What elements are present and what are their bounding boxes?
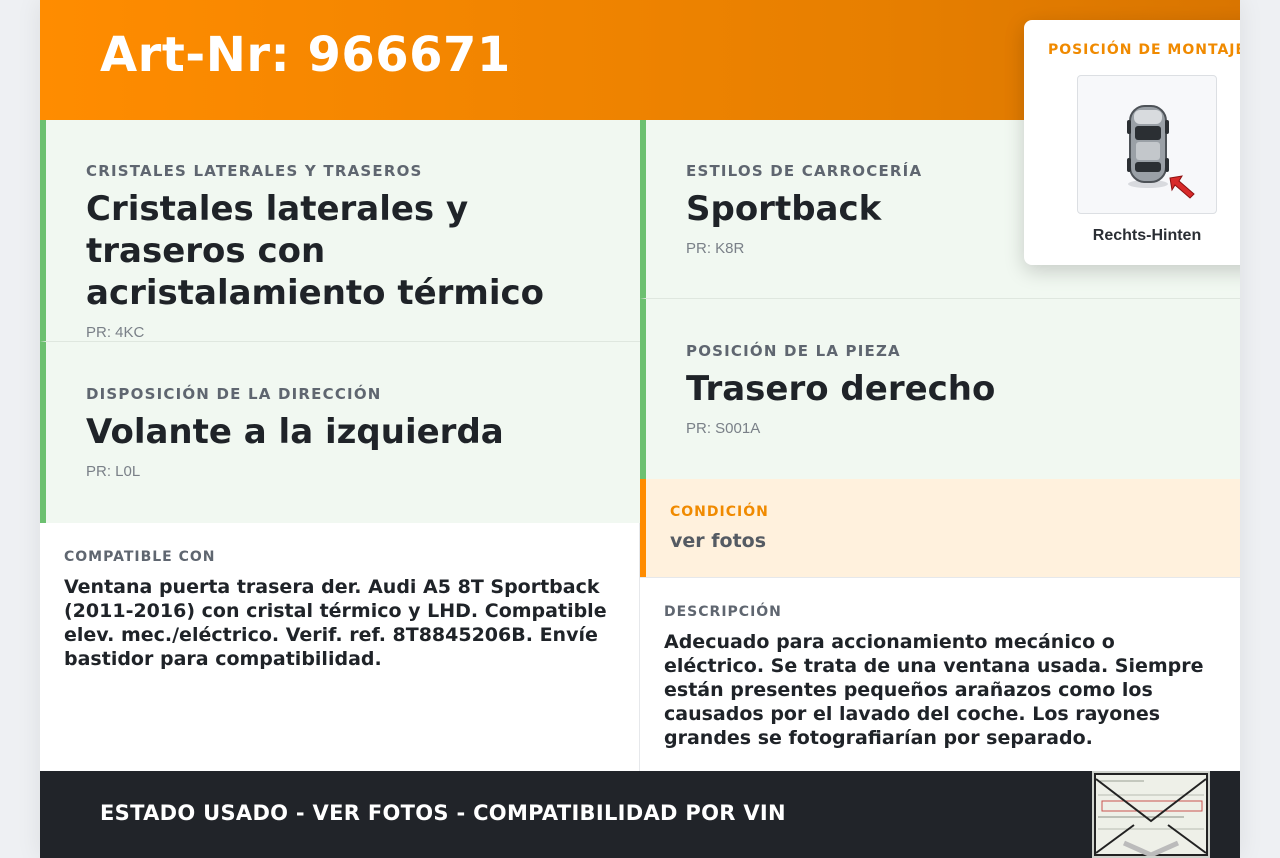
cell-steering-value: Volante a la izquierda — [86, 412, 504, 452]
cell-steering-label: Disposición de la dirección — [86, 385, 382, 403]
cell-glass-label: Cristales laterales y traseros — [86, 162, 423, 180]
cell-part-position: Posición de la pieza Trasero derecho PR:… — [640, 299, 1240, 479]
cell-position-label: Posición de la pieza — [686, 342, 901, 360]
footer-bar: ESTADO USADO - VER FOTOS - COMPATIBILIDA… — [40, 771, 1240, 858]
description-section: Descripción Adecuado para accionamiento … — [640, 577, 1240, 771]
cell-steering: Disposición de la dirección Volante a la… — [40, 342, 640, 523]
mount-position-card: POSICIÓN DE MONTAJE Rechts-Hinten — [1024, 20, 1240, 265]
article-number-title: Art-Nr: 966671 — [100, 27, 511, 83]
description-label: Descripción — [664, 604, 782, 620]
cell-steering-code: PR: L0L — [86, 463, 141, 480]
condition-label: Condición — [670, 504, 769, 520]
cell-position-code: PR: S001A — [686, 420, 761, 437]
mount-title: POSICIÓN DE MONTAJE — [1047, 42, 1240, 58]
mount-position-value: Rechts-Hinten — [1092, 227, 1202, 244]
description-text: Adecuado para accionamiento mecánico o e… — [664, 631, 1204, 749]
condition-box: Condición ver fotos — [640, 479, 1240, 577]
compatible-section: Compatible con Ventana puerta trasera de… — [40, 523, 640, 771]
cell-glass-value: Cristales laterales y traseros con acris… — [86, 189, 545, 313]
compatible-label: Compatible con — [64, 549, 216, 565]
cell-glass: Cristales laterales y traseros Cristales… — [40, 120, 640, 342]
cell-glass-code: PR: 4KC — [86, 324, 145, 341]
car-diagram — [1077, 75, 1217, 214]
article-sheet: Art-Nr: 966671 Cristales laterales y tra… — [40, 0, 1240, 858]
condition-value: ver fotos — [670, 530, 767, 552]
cell-position-value: Trasero derecho — [686, 369, 996, 409]
document-stamp-icon — [1092, 771, 1210, 858]
footer-text: ESTADO USADO - VER FOTOS - COMPATIBILIDA… — [100, 801, 786, 825]
red-arrow-icon — [1169, 175, 1195, 199]
compatible-text: Ventana puerta trasera der. Audi A5 8T S… — [64, 576, 607, 670]
